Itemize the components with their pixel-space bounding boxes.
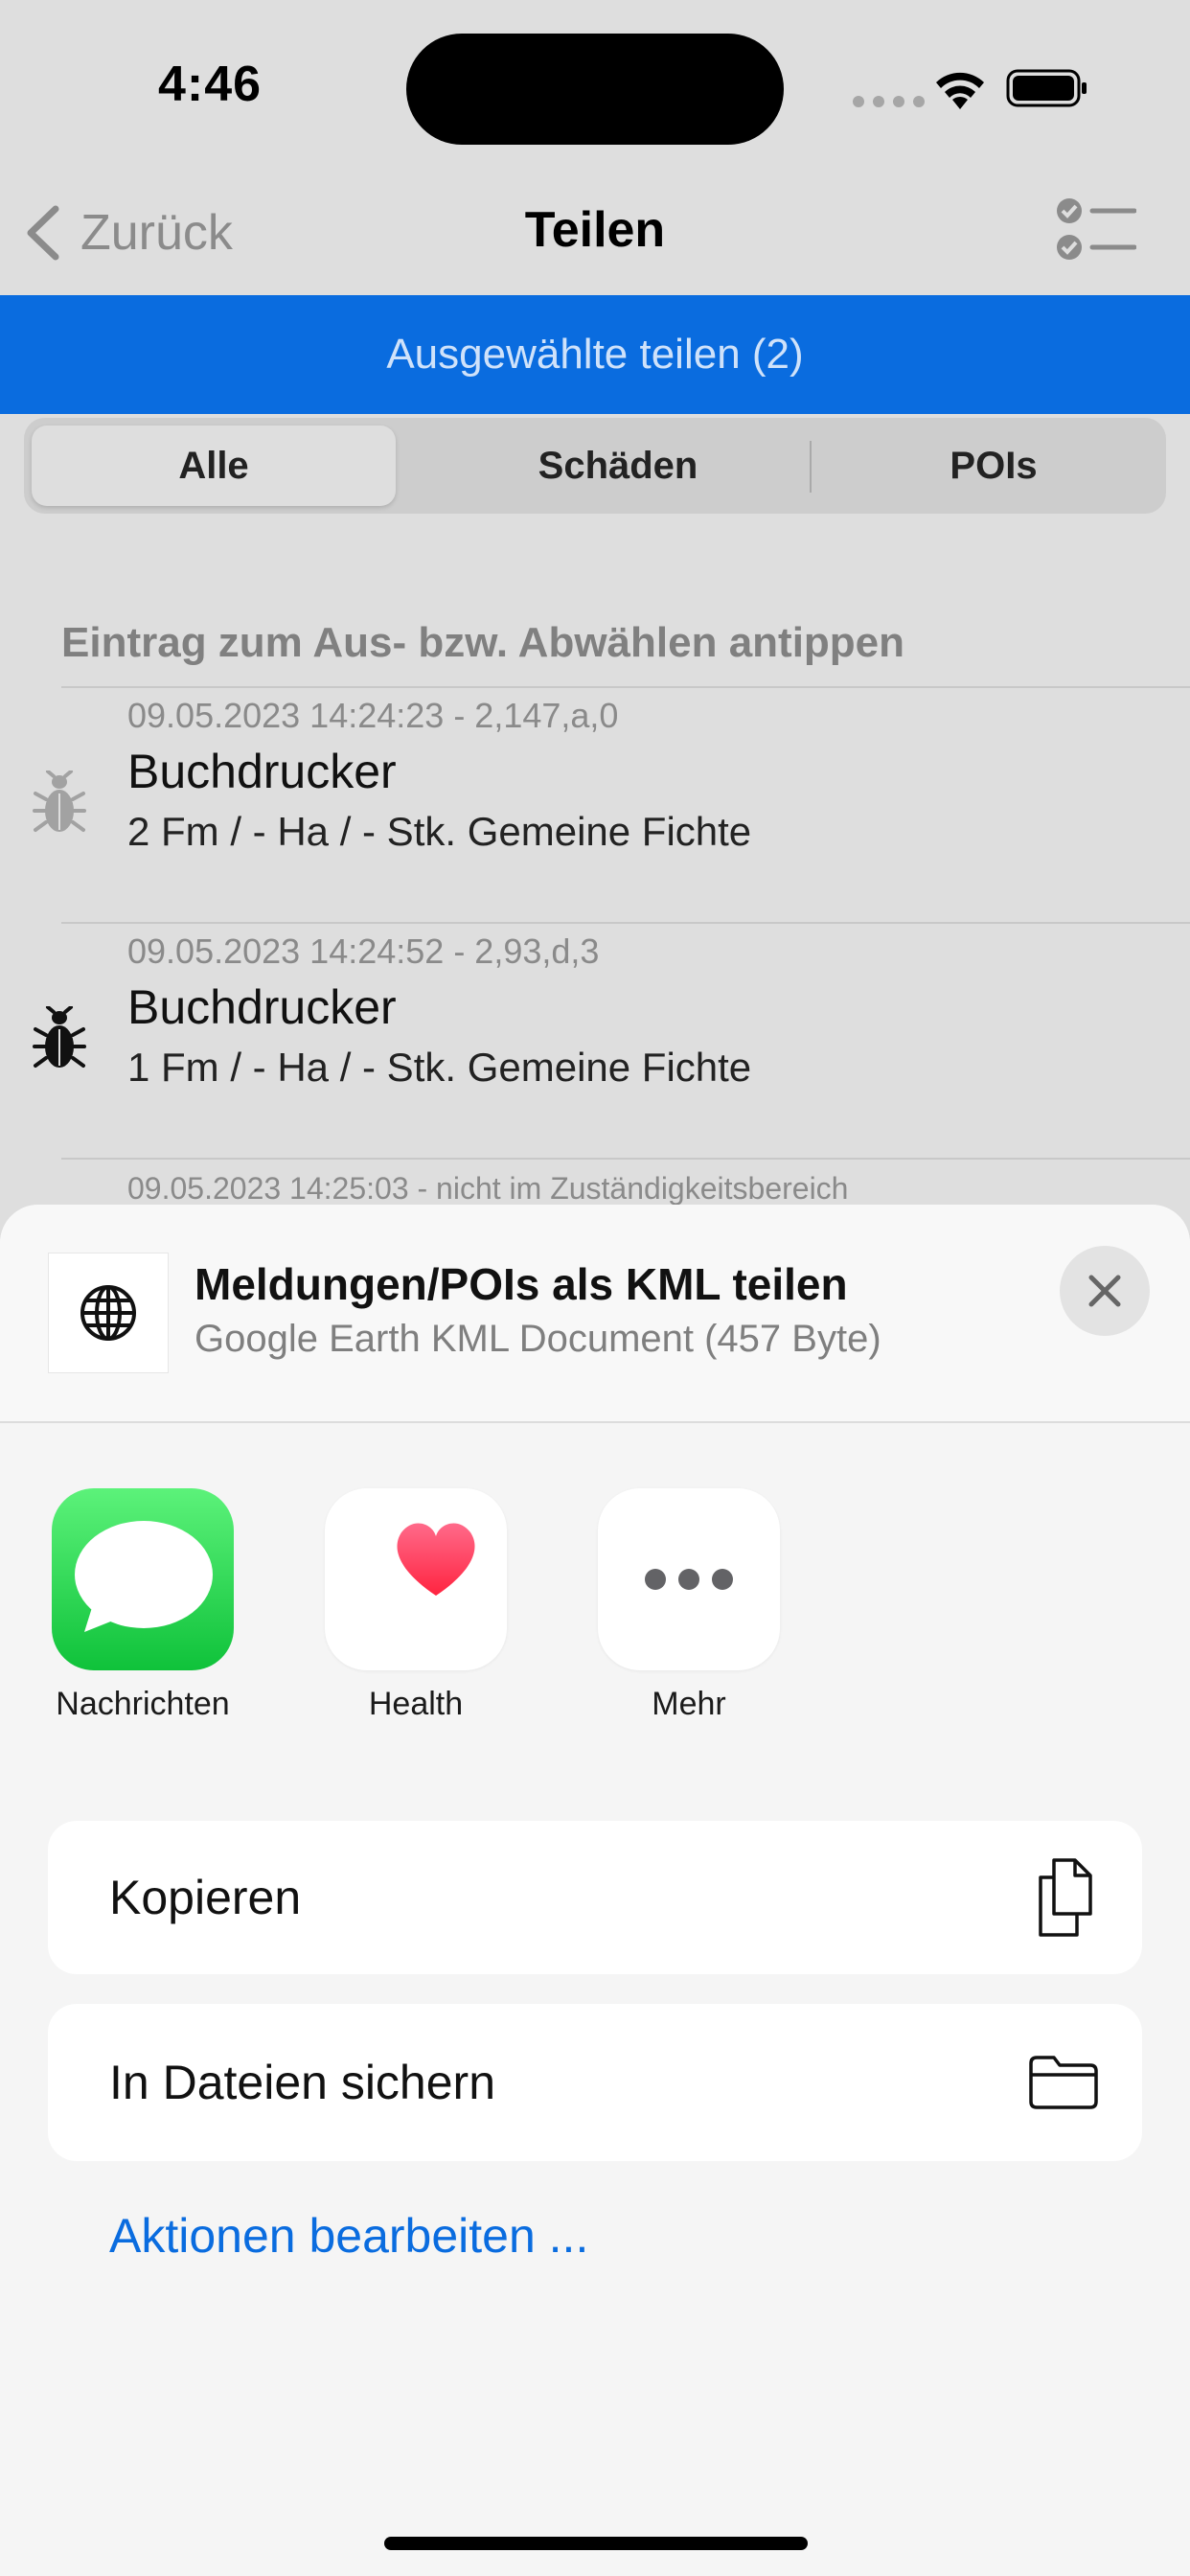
- action-label: In Dateien sichern: [109, 2056, 496, 2109]
- copy-action[interactable]: Kopieren: [48, 1821, 1142, 1974]
- close-button[interactable]: [1060, 1246, 1150, 1336]
- heart-icon: [325, 1488, 507, 1670]
- share-sheet-title: Meldungen/POIs als KML teilen: [195, 1259, 848, 1309]
- copy-icon: [1039, 1858, 1092, 1937]
- list-hint: Eintrag zum Aus- bzw. Abwählen antippen: [61, 619, 905, 666]
- share-sheet-separator: [0, 1421, 1190, 1423]
- navigation-bar: Zurück Teilen: [0, 172, 1190, 295]
- entry-meta: 09.05.2023 14:24:23 - 2,147,a,0: [127, 696, 619, 735]
- list-item[interactable]: 09.05.2023 14:24:23 - 2,147,a,0 Buchdruc…: [0, 688, 1190, 922]
- segment-all[interactable]: Alle: [32, 426, 396, 506]
- save-to-files-action[interactable]: In Dateien sichern: [48, 2004, 1142, 2161]
- status-bar: 4:46: [0, 0, 1190, 172]
- bug-icon: [33, 770, 86, 832]
- close-icon: [1088, 1275, 1121, 1307]
- entry-detail: 1 Fm / - Ha / - Stk. Gemeine Fichte: [127, 1045, 752, 1090]
- edit-actions-link[interactable]: Aktionen bearbeiten ...: [109, 2208, 588, 2264]
- status-time: 4:46: [158, 57, 263, 112]
- entry-name: Buchdrucker: [127, 745, 397, 798]
- cellular-signal-icon: [853, 96, 925, 107]
- segment-pois[interactable]: POIs: [812, 426, 1176, 506]
- app-label: Health: [368, 1686, 464, 1722]
- globe-icon: [80, 1285, 136, 1341]
- list-divider: [61, 1158, 1190, 1160]
- file-thumbnail: [48, 1253, 169, 1373]
- app-health[interactable]: Health: [325, 1488, 507, 1722]
- entry-name: Buchdrucker: [127, 980, 397, 1034]
- list-item[interactable]: 09.05.2023 14:24:52 - 2,93,d,3 Buchdruck…: [0, 924, 1190, 1158]
- share-selected-button[interactable]: Ausgewählte teilen (2): [0, 295, 1190, 414]
- checklist-icon[interactable]: [1054, 194, 1136, 266]
- wifi-icon: [936, 72, 984, 109]
- app-label: Mehr: [652, 1686, 726, 1722]
- app-more[interactable]: Mehr: [598, 1488, 780, 1722]
- dynamic-island: [406, 34, 784, 145]
- share-sheet-header: Meldungen/POIs als KML teilen Google Ear…: [0, 1205, 1190, 1421]
- app-label: Nachrichten: [56, 1686, 230, 1722]
- entry-meta-peek: 09.05.2023 14:25:03 - nicht im Zuständig…: [127, 1171, 849, 1206]
- share-sheet-subtitle: Google Earth KML Document (457 Byte): [195, 1318, 881, 1360]
- filter-segmented-control: Alle Schäden POIs: [24, 418, 1166, 514]
- more-icon: [598, 1488, 780, 1670]
- segment-damages[interactable]: Schäden: [436, 426, 800, 506]
- messages-icon: [52, 1488, 234, 1670]
- share-sheet: Meldungen/POIs als KML teilen Google Ear…: [0, 1205, 1190, 2576]
- battery-icon: [1006, 69, 1087, 107]
- home-indicator[interactable]: [384, 2537, 808, 2550]
- entry-meta: 09.05.2023 14:24:52 - 2,93,d,3: [127, 932, 600, 971]
- entry-detail: 2 Fm / - Ha / - Stk. Gemeine Fichte: [127, 809, 752, 854]
- bug-icon: [33, 1006, 86, 1068]
- folder-icon: [1029, 2056, 1098, 2109]
- app-messages[interactable]: Nachrichten: [52, 1488, 234, 1722]
- action-label: Kopieren: [109, 1871, 302, 1924]
- page-title: Teilen: [524, 202, 666, 258]
